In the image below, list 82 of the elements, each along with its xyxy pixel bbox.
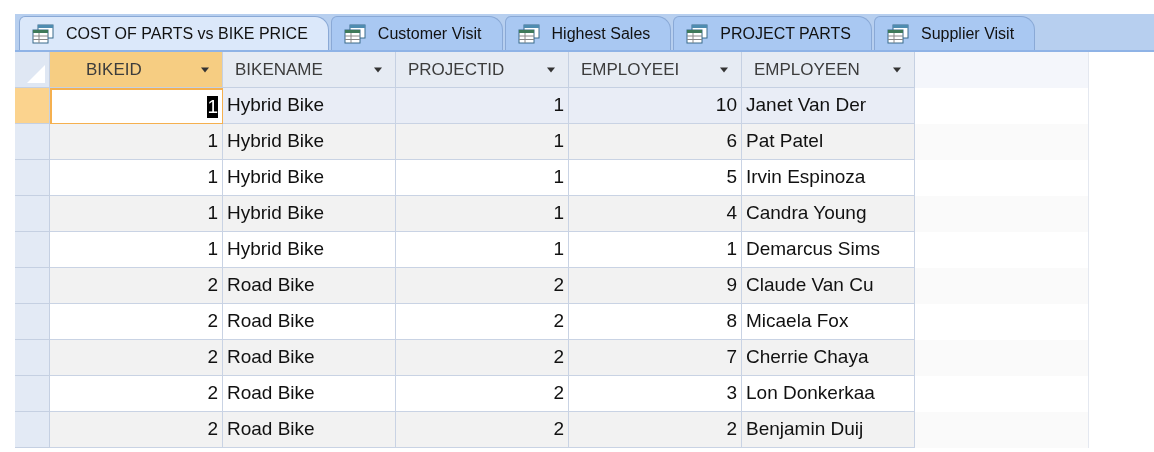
table-cell: 6 bbox=[569, 124, 742, 160]
table-cell: Benjamin Duij bbox=[742, 412, 915, 448]
select-all-corner[interactable] bbox=[15, 52, 50, 88]
table-cell: 7 bbox=[569, 340, 742, 376]
column-header[interactable]: BIKENAME bbox=[223, 52, 396, 88]
table-cell: 2 bbox=[569, 412, 742, 448]
table-cell: Demarcus Sims bbox=[742, 232, 915, 268]
row-selector[interactable] bbox=[15, 160, 50, 196]
table-cell: Road Bike bbox=[223, 304, 396, 340]
dropdown-caret-icon[interactable] bbox=[373, 66, 383, 73]
tab[interactable]: Supplier Visit bbox=[874, 16, 1036, 50]
table-cell: Road Bike bbox=[223, 340, 396, 376]
table-cell: Janet Van Der bbox=[742, 88, 915, 124]
tab[interactable]: Highest Sales bbox=[504, 16, 672, 50]
table-cell: Pat Patel bbox=[742, 124, 915, 160]
corner-triangle-icon bbox=[27, 65, 45, 83]
table-cell: 5 bbox=[569, 160, 742, 196]
table-cell: 1 bbox=[396, 124, 569, 160]
table-cell: 1 bbox=[50, 160, 223, 196]
table-icon bbox=[686, 23, 709, 44]
row-selector[interactable] bbox=[15, 88, 50, 124]
row-selector[interactable] bbox=[15, 304, 50, 340]
row-selector[interactable] bbox=[15, 340, 50, 376]
table-cell: 2 bbox=[396, 376, 569, 412]
table-icon bbox=[343, 23, 366, 44]
table-cell: Hybrid Bike bbox=[223, 88, 396, 124]
row-selector[interactable] bbox=[15, 268, 50, 304]
table-cell: 2 bbox=[50, 340, 223, 376]
table-icon bbox=[887, 23, 909, 44]
dropdown-caret-icon[interactable] bbox=[200, 66, 210, 73]
table-cell: 1 bbox=[569, 232, 742, 268]
dropdown-caret-icon[interactable] bbox=[546, 66, 556, 73]
row-selector[interactable] bbox=[15, 196, 50, 232]
column-header[interactable]: PROJECTID bbox=[396, 52, 569, 88]
dropdown-caret-icon[interactable] bbox=[892, 66, 902, 73]
table-cell: Lon Donkerkaa bbox=[742, 376, 915, 412]
table-cell: Hybrid Bike bbox=[223, 160, 396, 196]
table-cell: 2 bbox=[50, 376, 223, 412]
column-header[interactable]: EMPLOYEEI bbox=[569, 52, 742, 88]
row-selector[interactable] bbox=[15, 232, 50, 268]
table-cell: 1 bbox=[50, 124, 223, 160]
tab[interactable]: COST OF PARTS vs BIKE PRICE bbox=[19, 16, 329, 50]
table-cell: Irvin Espinoza bbox=[742, 160, 915, 196]
table-cell: 2 bbox=[50, 412, 223, 448]
row-selector[interactable] bbox=[15, 124, 50, 160]
table-cell: 2 bbox=[396, 268, 569, 304]
table-cell: 2 bbox=[50, 304, 223, 340]
table-cell: Road Bike bbox=[223, 376, 396, 412]
dropdown-caret-icon[interactable] bbox=[719, 66, 729, 73]
table-cell: 9 bbox=[569, 268, 742, 304]
table-cell: Claude Van Cu bbox=[742, 268, 915, 304]
table-cell: Hybrid Bike bbox=[223, 196, 396, 232]
table-cell: 2 bbox=[396, 412, 569, 448]
table-cell: 1 bbox=[396, 160, 569, 196]
table-cell: 2 bbox=[396, 304, 569, 340]
table-cell: 1 bbox=[396, 88, 569, 124]
table-cell: Hybrid Bike bbox=[223, 124, 396, 160]
table-cell: Road Bike bbox=[223, 412, 396, 448]
table-cell: 3 bbox=[569, 376, 742, 412]
table-cell: 1 bbox=[50, 232, 223, 268]
table-cell: 1 bbox=[396, 196, 569, 232]
table-cell: Hybrid Bike bbox=[223, 232, 396, 268]
row-selector[interactable] bbox=[15, 412, 50, 448]
table-cell: 1 bbox=[50, 196, 223, 232]
table-cell: 1 bbox=[50, 88, 223, 124]
table-cell: 8 bbox=[569, 304, 742, 340]
table-cell: Micaela Fox bbox=[742, 304, 915, 340]
table-cell: 4 bbox=[569, 196, 742, 232]
table-cell: 2 bbox=[50, 268, 223, 304]
row-selector[interactable] bbox=[15, 376, 50, 412]
table-cell: 1 bbox=[396, 232, 569, 268]
table-cell: Road Bike bbox=[223, 268, 396, 304]
tab[interactable]: Customer Visit bbox=[330, 16, 503, 50]
table-icon bbox=[32, 23, 54, 44]
column-header[interactable]: EMPLOYEEN bbox=[742, 52, 915, 88]
table-cell: 10 bbox=[569, 88, 742, 124]
table-cell: 2 bbox=[396, 340, 569, 376]
table-icon bbox=[517, 23, 540, 44]
column-header[interactable]: BIKEID bbox=[50, 52, 223, 88]
table-cell: Candra Young bbox=[742, 196, 915, 232]
table-cell: Cherrie Chaya bbox=[742, 340, 915, 376]
tab[interactable]: PROJECT PARTS bbox=[673, 16, 872, 50]
